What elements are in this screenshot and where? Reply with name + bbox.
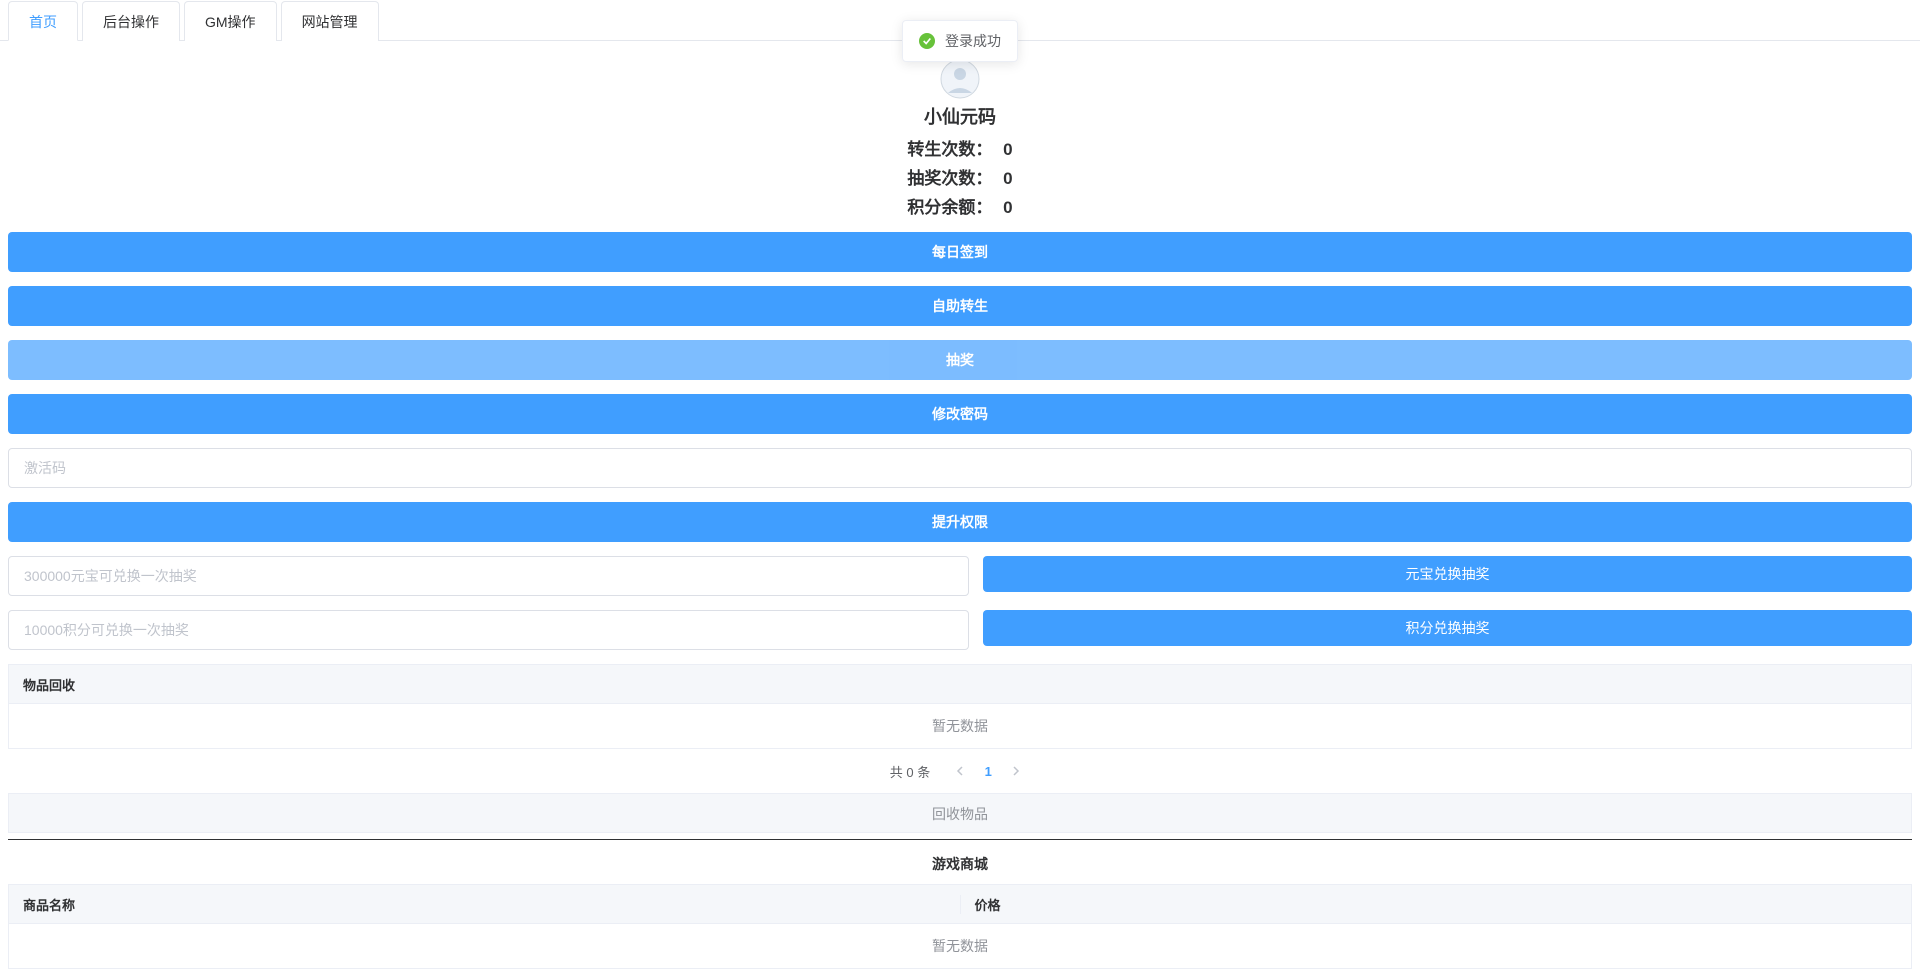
success-check-icon: [919, 33, 935, 49]
recycling-empty: 暂无数据: [8, 704, 1912, 749]
daily-sign-button[interactable]: 每日签到: [8, 232, 1912, 272]
shop-table-header: 商品名称 价格: [8, 884, 1912, 924]
stat-lottery: 抽奖次数： 0: [8, 164, 1912, 189]
stat-value: 0: [1003, 140, 1012, 159]
tab-home[interactable]: 首页: [8, 1, 78, 41]
profile-section: 小仙元码 转生次数： 0 抽奖次数： 0 积分余额： 0: [8, 49, 1912, 232]
stat-rebirth: 转生次数： 0: [8, 135, 1912, 160]
tab-gm[interactable]: GM操作: [184, 1, 277, 41]
yuanbao-exchange-button[interactable]: 元宝兑换抽奖: [983, 556, 1912, 592]
recycling-header-label: 物品回收: [23, 675, 75, 694]
username: 小仙元码: [8, 103, 1912, 129]
shop-col-price: 价格: [961, 895, 1912, 914]
avatar: [940, 59, 980, 99]
shop-title: 游戏商城: [8, 839, 1912, 884]
points-exchange-input[interactable]: [8, 610, 969, 650]
self-rebirth-button[interactable]: 自助转生: [8, 286, 1912, 326]
tab-site-manage[interactable]: 网站管理: [281, 1, 379, 41]
upgrade-permission-button[interactable]: 提升权限: [8, 502, 1912, 542]
recycling-pagination: 共 0 条 1: [8, 749, 1912, 793]
pagination-prev-button[interactable]: [946, 757, 974, 785]
stat-points: 积分余额： 0: [8, 193, 1912, 218]
stat-value: 0: [1003, 198, 1012, 217]
lottery-button[interactable]: 抽奖: [8, 340, 1912, 380]
recycle-items-button[interactable]: 回收物品: [8, 793, 1912, 833]
activation-code-input[interactable]: [8, 448, 1912, 488]
shop-col-name: 商品名称: [9, 895, 961, 914]
tab-backend[interactable]: 后台操作: [82, 1, 180, 41]
stat-label: 积分余额：: [907, 198, 992, 217]
yuanbao-exchange-input[interactable]: [8, 556, 969, 596]
stat-label: 抽奖次数：: [907, 169, 992, 188]
change-password-button[interactable]: 修改密码: [8, 394, 1912, 434]
pagination-next-button[interactable]: [1002, 757, 1030, 785]
toast-message: 登录成功: [945, 31, 1001, 51]
points-exchange-button[interactable]: 积分兑换抽奖: [983, 610, 1912, 646]
pagination-page-1[interactable]: 1: [974, 757, 1002, 785]
shop-empty: 暂无数据: [8, 924, 1912, 969]
login-success-toast: 登录成功: [902, 20, 1018, 62]
recycling-table-header: 物品回收: [8, 664, 1912, 704]
stat-label: 转生次数：: [907, 140, 992, 159]
stat-value: 0: [1003, 169, 1012, 188]
pagination-total: 共 0 条: [890, 762, 930, 781]
